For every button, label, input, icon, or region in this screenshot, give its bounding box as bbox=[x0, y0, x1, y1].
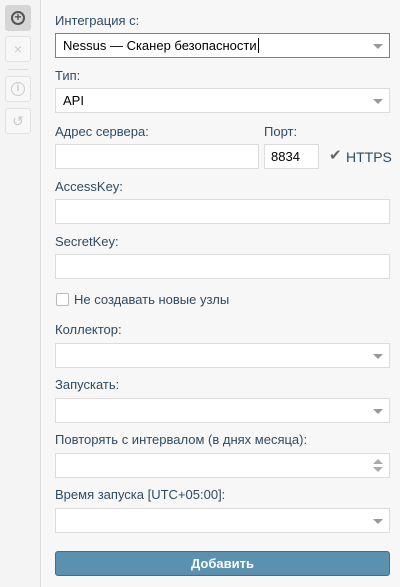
run-select[interactable] bbox=[55, 398, 390, 423]
type-label: Тип: bbox=[55, 68, 81, 83]
repeat-input[interactable] bbox=[55, 453, 390, 478]
chevron-down-icon bbox=[373, 44, 383, 49]
close-icon: × bbox=[13, 41, 23, 57]
close-button[interactable]: × bbox=[5, 36, 31, 62]
secretkey-label: SecretKey: bbox=[55, 234, 119, 249]
run-label: Запускать: bbox=[55, 377, 120, 392]
history-button[interactable]: ↺ bbox=[5, 108, 31, 134]
collector-select[interactable] bbox=[55, 343, 390, 368]
chevron-down-icon bbox=[373, 354, 383, 359]
add-submit-button[interactable]: Добавить bbox=[55, 551, 390, 576]
time-select[interactable] bbox=[55, 508, 390, 533]
info-button[interactable]: i bbox=[5, 76, 31, 102]
https-label: HTTPS bbox=[346, 149, 392, 165]
type-select[interactable]: API bbox=[55, 88, 390, 113]
collector-label: Коллектор: bbox=[55, 322, 122, 337]
integration-label: Интеграция с: bbox=[55, 13, 140, 28]
https-checkbox[interactable]: ✔ bbox=[329, 147, 342, 164]
time-label: Время запуска [UTC+05:00]: bbox=[55, 487, 226, 502]
plus-circle-icon: + bbox=[11, 11, 25, 25]
spinner-icon[interactable] bbox=[373, 459, 383, 473]
checkmark-icon: ✔ bbox=[329, 147, 342, 164]
sidebar: + × i ↺ bbox=[0, 0, 41, 587]
type-value: API bbox=[63, 93, 84, 108]
chevron-down-icon bbox=[373, 519, 383, 524]
port-label: Порт: bbox=[264, 124, 298, 139]
secretkey-input[interactable] bbox=[55, 254, 390, 279]
sidebar-divider bbox=[8, 69, 28, 70]
repeat-label: Повторять с интервалом (в днях месяца): bbox=[55, 432, 308, 447]
no-create-nodes-label: Не создавать новые узлы bbox=[74, 292, 230, 307]
server-input[interactable] bbox=[55, 144, 259, 169]
chevron-down-icon bbox=[373, 99, 383, 104]
chevron-down-icon bbox=[373, 409, 383, 414]
accesskey-label: AccessKey: bbox=[55, 179, 123, 194]
add-button[interactable]: + bbox=[5, 5, 31, 31]
accesskey-input[interactable] bbox=[55, 199, 390, 224]
port-input[interactable]: 8834 bbox=[264, 144, 319, 169]
info-icon: i bbox=[11, 82, 25, 96]
history-icon: ↺ bbox=[12, 112, 24, 129]
integration-value: Nessus — Сканер безопасности bbox=[63, 38, 257, 53]
integration-select[interactable]: Nessus — Сканер безопасности bbox=[55, 33, 390, 58]
no-create-nodes-checkbox[interactable] bbox=[56, 293, 69, 306]
server-label: Адрес сервера: bbox=[55, 124, 149, 139]
